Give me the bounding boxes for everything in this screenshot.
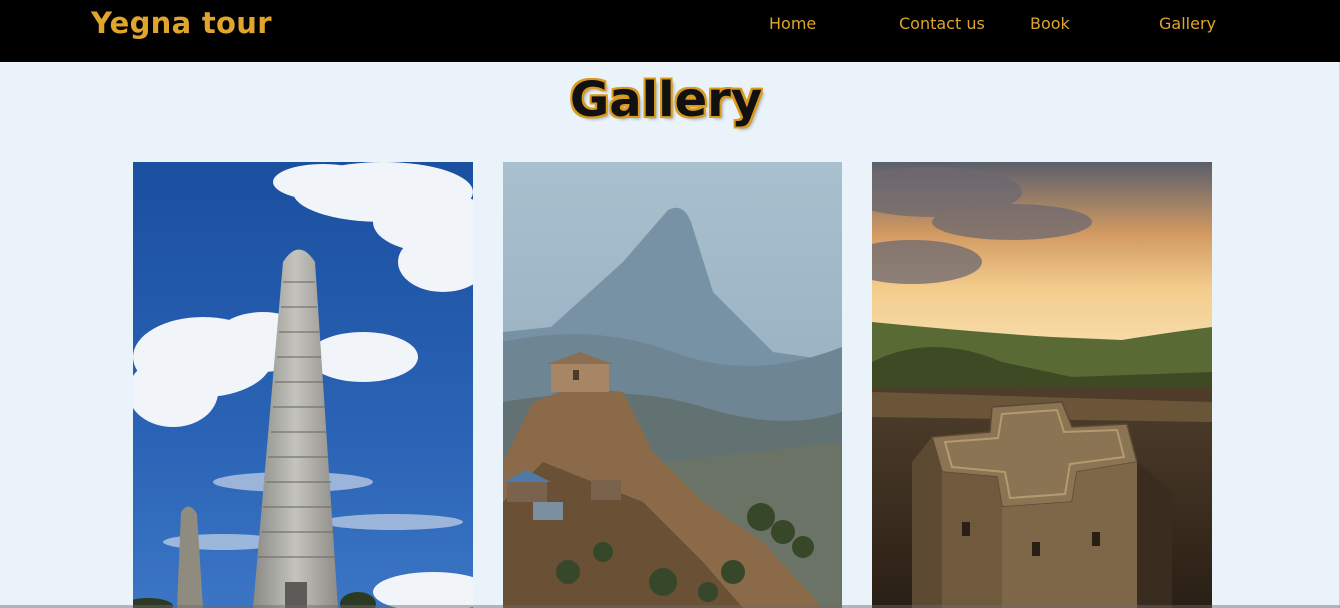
church-illustration: [872, 162, 1212, 608]
gallery-photo-obelisk[interactable]: [133, 162, 473, 608]
obelisk-illustration: [133, 162, 473, 608]
nav-link-gallery[interactable]: Gallery: [1159, 14, 1216, 33]
brand-logo[interactable]: Yegna tour: [91, 6, 272, 40]
gallery-photo-monastery[interactable]: [503, 162, 842, 608]
navbar: Yegna tour Home Contact us Book Gallery: [0, 0, 1340, 62]
gallery-photo-church[interactable]: [872, 162, 1212, 608]
nav-link-contact[interactable]: Contact us: [899, 14, 985, 33]
page-title: Gallery: [569, 72, 763, 128]
nav-link-book[interactable]: Book: [1030, 14, 1070, 33]
monastery-illustration: [503, 162, 842, 608]
nav-link-home[interactable]: Home: [769, 14, 816, 33]
